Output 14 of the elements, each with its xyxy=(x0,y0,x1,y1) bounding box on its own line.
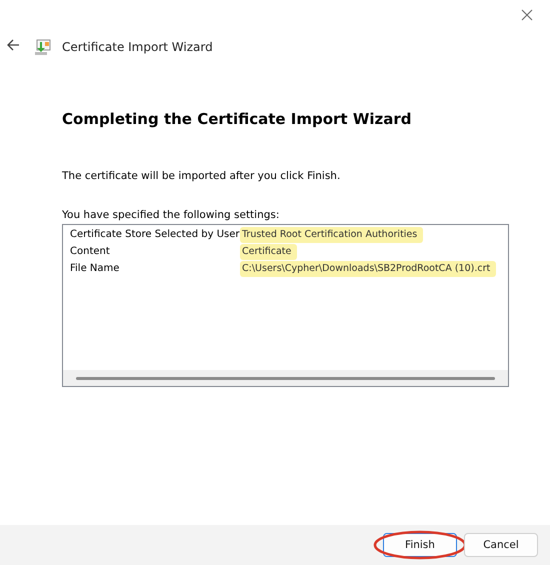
close-icon xyxy=(521,9,533,21)
dialog-button[interactable]: Cancel xyxy=(464,533,538,557)
horizontal-scrollbar[interactable] xyxy=(63,370,508,386)
completion-message: The certificate will be imported after you click Finish. xyxy=(62,170,342,182)
wizard-heading: Completing the Certificate Import Wizard xyxy=(62,110,412,128)
certificate-icon xyxy=(34,38,52,56)
window-title: Certificate Import Wizard xyxy=(62,40,213,54)
setting-name: File Name xyxy=(70,262,120,276)
setting-value: Trusted Root Certification Authorities xyxy=(240,227,424,243)
setting-name: Content xyxy=(70,245,110,259)
setting-value: C:\Users\Cypher\Downloads\SB2ProdRootCA (10).crt xyxy=(240,261,496,277)
setting-name: Certificate Store Selected by User xyxy=(70,228,240,242)
settings-label: You have specified the following settings: xyxy=(62,209,280,221)
setting-value: Certificate xyxy=(240,244,298,260)
